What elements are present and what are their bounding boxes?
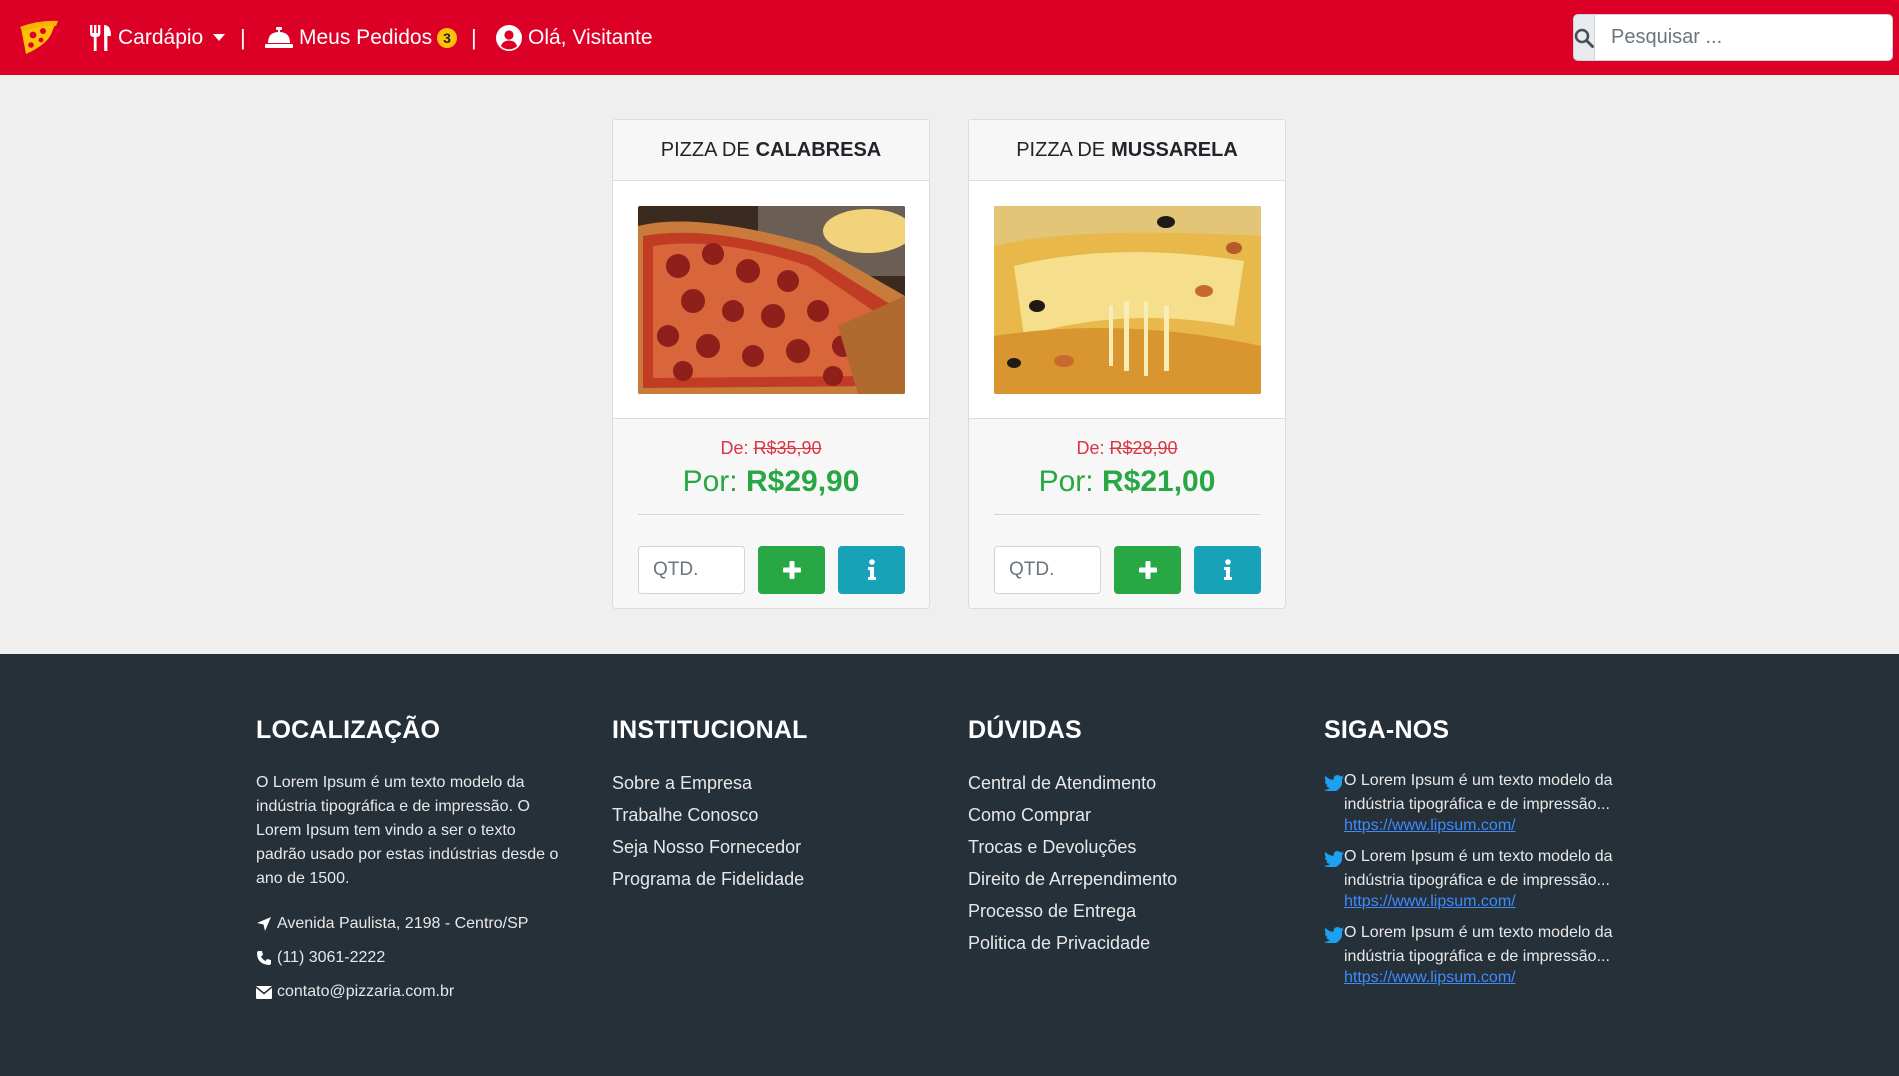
info-icon	[867, 559, 876, 580]
old-price-label: De:	[1076, 438, 1105, 458]
footer-institutional: INSTITUCIONAL Sobre a Empresa Trabalhe C…	[612, 716, 922, 895]
product-image-area	[613, 181, 929, 419]
old-price: De: R$35,90	[613, 438, 929, 459]
tweet-item: O Lorem Ipsum é um texto modelo da indús…	[1324, 769, 1634, 835]
my-orders-label: Meus Pedidos	[299, 25, 433, 49]
menu-dropdown[interactable]: Cardápio	[88, 0, 226, 75]
location-title: LOCALIZAÇÃO	[256, 716, 441, 744]
footer-link[interactable]: Sobre a Empresa	[612, 767, 922, 799]
pepperoni-pizza-image[interactable]	[638, 206, 905, 394]
product-card-mussarela: PIZZA DE MUSSARELA De: R$28,90 Por: R$21…	[968, 119, 1286, 609]
user-greeting: Olá, Visitante	[528, 25, 653, 49]
user-account-link[interactable]: Olá, Visitante	[496, 0, 653, 75]
nav-separator: |	[240, 24, 246, 50]
product-title-name: CALABRESA	[755, 138, 882, 161]
new-price: Por: R$21,00	[969, 465, 1285, 499]
social-title: SIGA-NOS	[1324, 716, 1450, 744]
tweet-text: O Lorem Ipsum é um texto modelo da indús…	[1344, 924, 1613, 965]
search-icon	[1574, 28, 1594, 48]
faq-title: DÚVIDAS	[968, 716, 1082, 744]
tweet-link[interactable]: https://www.lipsum.com/	[1344, 817, 1516, 834]
old-price: De: R$28,90	[969, 438, 1285, 459]
footer-faq: DÚVIDAS Central de Atendimento Como Comp…	[968, 716, 1278, 959]
search-input[interactable]	[1595, 14, 1893, 61]
quantity-input[interactable]	[638, 546, 745, 594]
product-image-area	[969, 181, 1285, 419]
phone-text: (11) 3061-2222	[277, 949, 386, 966]
product-title: PIZZA DE MUSSARELA	[969, 120, 1285, 181]
footer-link[interactable]: Direito de Arrependimento	[968, 863, 1278, 895]
footer-link[interactable]: Como Comprar	[968, 799, 1278, 831]
email[interactable]: contato@pizzaria.com.br	[256, 975, 566, 1009]
new-price-value: R$21,00	[1101, 465, 1216, 498]
product-card-calabresa: PIZZA DE CALABRESA De: R$35,90 Por: R$29…	[612, 119, 930, 609]
top-navbar: Cardápio | Meus Pedidos 3 | Olá, Visitan…	[0, 0, 1899, 75]
site-footer: LOCALIZAÇÃO O Lorem Ipsum é um texto mod…	[0, 654, 1899, 1076]
twitter-icon	[1324, 769, 1344, 835]
tweet-link[interactable]: https://www.lipsum.com/	[1344, 893, 1516, 910]
footer-link[interactable]: Programa de Fidelidade	[612, 863, 922, 895]
search-button[interactable]	[1573, 14, 1595, 61]
old-price-value: R$35,90	[753, 438, 822, 458]
product-actions	[994, 546, 1261, 594]
tweet-link[interactable]: https://www.lipsum.com/	[1344, 969, 1516, 986]
new-price: Por: R$29,90	[613, 465, 929, 499]
phone[interactable]: (11) 3061-2222	[256, 941, 566, 975]
tweet-text: O Lorem Ipsum é um texto modelo da indús…	[1344, 848, 1613, 889]
info-icon	[1223, 559, 1232, 580]
utensils-icon	[88, 24, 112, 52]
tweet-item: O Lorem Ipsum é um texto modelo da indús…	[1324, 845, 1634, 911]
address-text: Avenida Paulista, 2198 - Centro/SP	[277, 915, 529, 932]
add-to-cart-button[interactable]	[758, 546, 825, 594]
concierge-bell-icon	[265, 26, 293, 49]
new-price-label: Por:	[1038, 465, 1094, 498]
quantity-input[interactable]	[994, 546, 1101, 594]
old-price-value: R$28,90	[1109, 438, 1178, 458]
product-actions	[638, 546, 905, 594]
divider	[638, 514, 904, 515]
twitter-icon	[1324, 921, 1344, 987]
footer-link[interactable]: Processo de Entrega	[968, 895, 1278, 927]
tweet-item: O Lorem Ipsum é um texto modelo da indús…	[1324, 921, 1634, 987]
product-title-name: MUSSARELA	[1111, 138, 1238, 161]
footer-link[interactable]: Seja Nosso Fornecedor	[612, 831, 922, 863]
location-text: O Lorem Ipsum é um texto modelo da indús…	[256, 774, 559, 887]
menu-label: Cardápio	[118, 25, 204, 49]
phone-icon	[256, 950, 272, 966]
product-title-prefix: PIZZA DE	[660, 138, 750, 161]
product-title-prefix: PIZZA DE	[1016, 138, 1106, 161]
divider	[994, 514, 1260, 515]
footer-social: SIGA-NOS O Lorem Ipsum é um texto modelo…	[1324, 716, 1634, 997]
nav-separator: |	[471, 24, 477, 50]
plus-icon	[782, 561, 801, 579]
location-arrow-icon	[256, 916, 272, 932]
mozzarella-pizza-image[interactable]	[994, 206, 1261, 394]
plus-icon	[1138, 561, 1157, 579]
new-price-value: R$29,90	[745, 465, 860, 498]
my-orders-link[interactable]: Meus Pedidos 3	[265, 0, 457, 75]
footer-link[interactable]: Politica de Privacidade	[968, 927, 1278, 959]
footer-link[interactable]: Central de Atendimento	[968, 767, 1278, 799]
footer-location: LOCALIZAÇÃO O Lorem Ipsum é um texto mod…	[256, 716, 566, 1009]
search-bar	[1573, 14, 1893, 61]
twitter-icon	[1324, 845, 1344, 911]
address: Avenida Paulista, 2198 - Centro/SP	[256, 907, 566, 941]
caret-down-icon	[213, 34, 226, 41]
product-title: PIZZA DE CALABRESA	[613, 120, 929, 181]
envelope-icon	[256, 985, 272, 999]
pizza-logo-icon[interactable]	[18, 18, 60, 58]
new-price-label: Por:	[682, 465, 738, 498]
add-to-cart-button[interactable]	[1114, 546, 1181, 594]
tweet-text: O Lorem Ipsum é um texto modelo da indús…	[1344, 772, 1613, 813]
user-circle-icon	[496, 24, 522, 51]
product-info-button[interactable]	[838, 546, 905, 594]
email-text: contato@pizzaria.com.br	[277, 983, 455, 1000]
product-info-button[interactable]	[1194, 546, 1261, 594]
footer-link[interactable]: Trocas e Devoluções	[968, 831, 1278, 863]
old-price-label: De:	[720, 438, 749, 458]
institutional-title: INSTITUCIONAL	[612, 716, 808, 744]
orders-count-badge: 3	[437, 27, 457, 48]
footer-link[interactable]: Trabalhe Conosco	[612, 799, 922, 831]
